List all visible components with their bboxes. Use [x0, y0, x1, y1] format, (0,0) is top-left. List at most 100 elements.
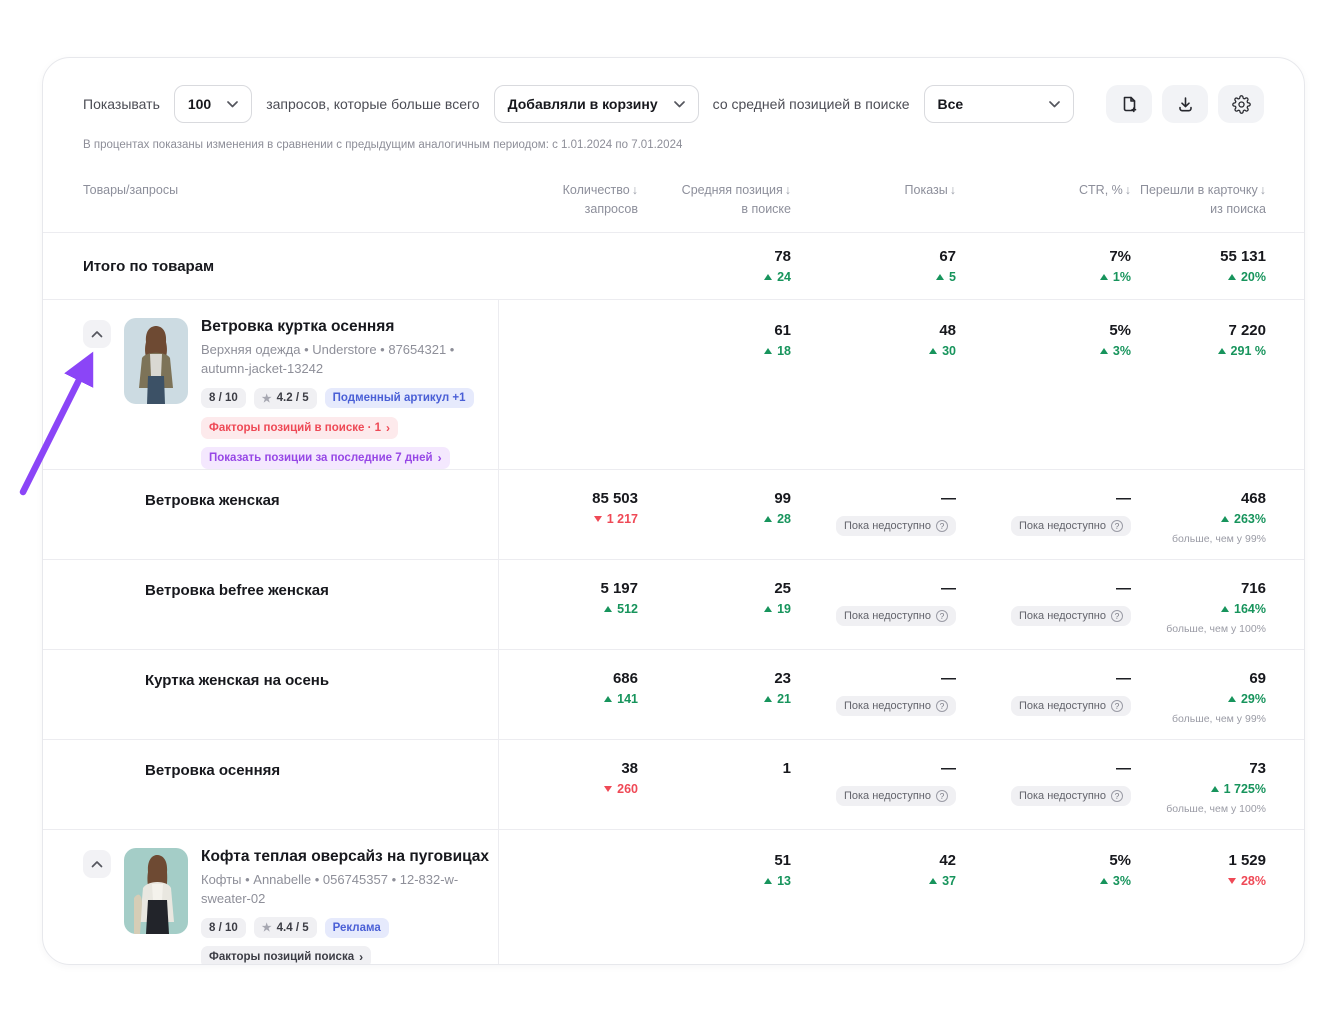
product-ctr: 5% 3% — [956, 300, 1131, 469]
substituted-sku-badge: Подменный артикул +1 — [324, 388, 474, 409]
comparison-period-note: В процентах показаны изменения в сравнен… — [83, 139, 683, 151]
toolbar-buttons — [1106, 85, 1264, 123]
up-triangle-icon — [1227, 695, 1236, 702]
up-triangle-icon — [604, 605, 613, 612]
unavailable-badge: Пока недоступно? — [1010, 695, 1131, 716]
product-meta: Кофты • Annabelle • 056745357 • 12-832-w… — [201, 871, 459, 906]
benchmark-note: больше, чем у 100% — [1166, 622, 1266, 635]
query-count-cell: 85 503 1 217 — [498, 469, 638, 559]
show-positions-link[interactable]: Показать позиции за последние 7 дней › — [201, 446, 450, 469]
star-icon: ★ — [261, 392, 272, 405]
chevron-up-icon — [91, 860, 103, 868]
product-impressions: 42 37 — [791, 830, 956, 964]
query-impressions-cell: — Пока недоступно? — [791, 560, 956, 649]
unavailable-badge: Пока недоступно? — [835, 515, 956, 536]
after-count-label: запросов, которые больше всего — [266, 96, 480, 112]
product-query-count — [498, 300, 638, 469]
chevron-right-icon: › — [359, 950, 364, 965]
query-row: Куртка женская на осень 686 141 23 21 — … — [43, 648, 1304, 739]
totals-card-clicks: 55 131 20% — [1220, 248, 1266, 284]
query-position-cell: 99 28 — [638, 470, 791, 559]
help-icon[interactable]: ? — [936, 699, 948, 712]
query-position-cell: 23 21 — [638, 650, 791, 739]
help-icon[interactable]: ? — [1111, 519, 1123, 532]
help-icon[interactable]: ? — [1111, 699, 1123, 712]
unavailable-badge: Пока недоступно? — [1010, 785, 1131, 806]
help-icon[interactable]: ? — [936, 789, 948, 802]
query-count-cell: 686 141 — [498, 649, 638, 739]
chevron-down-icon — [673, 100, 685, 107]
unavailable-badge: Пока недоступно? — [835, 695, 956, 716]
up-triangle-icon — [1210, 785, 1219, 792]
unavailable-badge: Пока недоступно? — [835, 785, 956, 806]
position-label: со средней позицией в поиске — [712, 96, 910, 112]
up-triangle-icon — [1099, 348, 1108, 354]
collapse-row-button[interactable] — [83, 849, 111, 878]
analytics-card: Показывать 100 запросов, которые больше … — [42, 57, 1305, 965]
product-avg-position: 51 13 — [638, 830, 791, 964]
up-triangle-icon — [1221, 515, 1230, 522]
create-report-button[interactable] — [1106, 85, 1152, 123]
rating-badge: ★ 4.2 / 5 — [253, 387, 317, 409]
settings-button[interactable] — [1218, 85, 1264, 123]
benchmark-note: больше, чем у 99% — [1172, 712, 1266, 725]
show-label: Показывать — [83, 96, 160, 112]
query-clicks-cell: 716 164% больше, чем у 100% — [1131, 560, 1266, 649]
product-query-count — [498, 829, 638, 964]
column-header-impressions[interactable]: Показы ↓ — [791, 181, 956, 232]
query-clicks-cell: 468 263% больше, чем у 99% — [1131, 470, 1266, 559]
product-title: Ветровка куртка осенняя — [201, 318, 395, 335]
query-ctr-cell: — Пока недоступно? — [956, 740, 1131, 829]
query-ctr-cell: — Пока недоступно? — [956, 560, 1131, 649]
chevron-up-icon — [91, 331, 103, 338]
product-image — [124, 318, 188, 404]
up-triangle-icon — [764, 605, 773, 612]
product-impressions: 48 30 — [791, 300, 956, 469]
down-triangle-icon — [604, 785, 613, 792]
column-header-avg-position[interactable]: Средняя позиция ↓ в поиске — [638, 181, 791, 232]
count-select-value: 100 — [187, 96, 212, 112]
up-triangle-icon — [1227, 274, 1236, 280]
help-icon[interactable]: ? — [1111, 609, 1123, 622]
help-icon[interactable]: ? — [936, 519, 948, 532]
collapse-row-button[interactable] — [83, 320, 111, 348]
query-row: Ветровка женская 85 503 1 217 99 28 — По… — [43, 468, 1304, 559]
column-header-card-clicks[interactable]: Перешли в карточку ↓ из поиска — [1131, 181, 1266, 232]
totals-ctr: 7% 1% — [956, 248, 1131, 284]
download-button[interactable] — [1162, 85, 1208, 123]
chevron-right-icon: › — [386, 420, 390, 435]
up-triangle-icon — [764, 877, 773, 884]
column-header-ctr[interactable]: CTR, % ↓ — [956, 181, 1131, 232]
query-impressions-cell: — Пока недоступно? — [791, 650, 956, 739]
chevron-down-icon — [1048, 100, 1060, 107]
query-clicks-cell: 73 1 725% больше, чем у 100% — [1131, 740, 1266, 829]
up-triangle-icon — [1099, 877, 1108, 884]
up-triangle-icon — [929, 877, 938, 884]
query-impressions-cell: — Пока недоступно? — [791, 740, 956, 829]
up-triangle-icon — [764, 695, 773, 702]
up-triangle-icon — [1217, 348, 1226, 354]
count-select[interactable]: 100 — [173, 85, 253, 123]
table-header-row: Товары/запросы Количество ↓ запросов Сред… — [43, 165, 1304, 232]
up-triangle-icon — [929, 348, 938, 354]
totals-impressions: 67 5 — [791, 248, 956, 284]
product-avg-position: 61 18 — [638, 300, 791, 469]
chevron-right-icon: › — [437, 450, 442, 465]
up-triangle-icon — [604, 695, 613, 702]
column-header-query-count[interactable]: Количество ↓ запросов — [498, 181, 638, 232]
benchmark-note: больше, чем у 100% — [1166, 802, 1266, 815]
filter-bar: Показывать 100 запросов, которые больше … — [83, 84, 1264, 124]
position-select[interactable]: Все — [923, 85, 1074, 123]
action-select[interactable]: Добавляли в корзину — [493, 85, 699, 123]
help-icon[interactable]: ? — [1111, 789, 1123, 802]
help-icon[interactable]: ? — [936, 609, 948, 622]
product-image — [124, 847, 188, 934]
search-position-factors-link[interactable]: Факторы позиций в поиске · 1 › — [201, 416, 398, 439]
up-triangle-icon — [764, 274, 773, 280]
search-position-factors-link[interactable]: Факторы позиций поиска › — [201, 946, 372, 965]
column-header-products: Товары/запросы — [83, 183, 179, 197]
star-icon: ★ — [261, 922, 272, 935]
totals-avg-position: 78 24 — [638, 248, 791, 284]
up-triangle-icon — [1221, 605, 1230, 612]
query-count-cell: 5 197 512 — [498, 559, 638, 649]
